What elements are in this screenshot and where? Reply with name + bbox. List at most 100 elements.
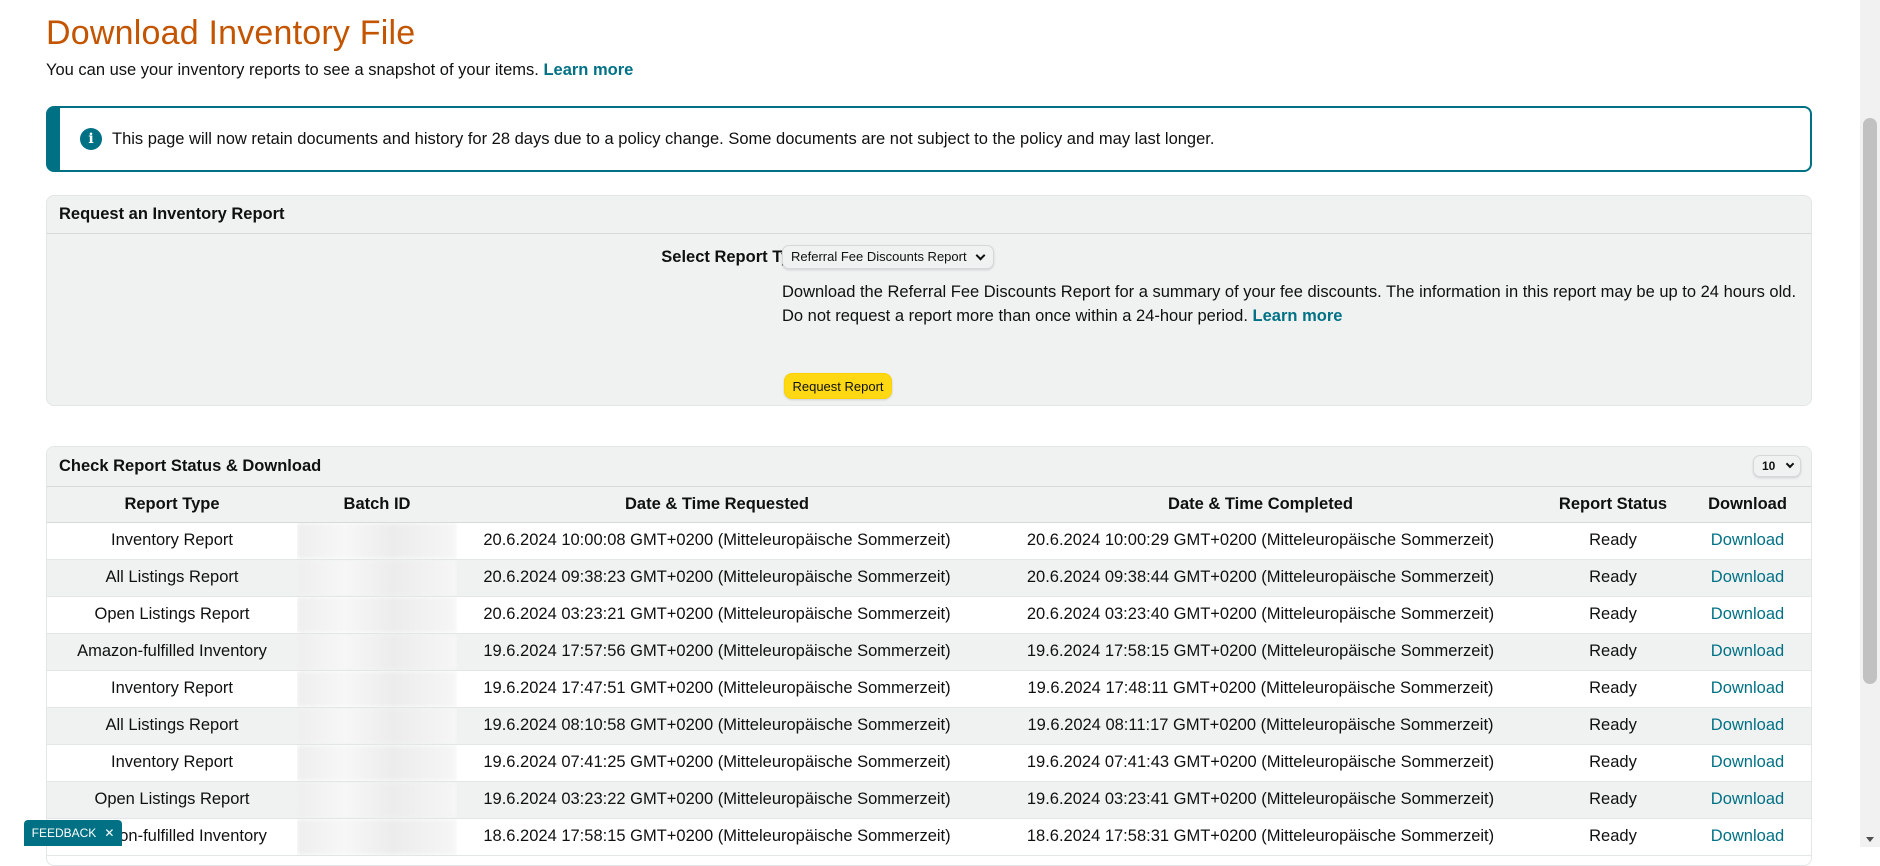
download-cell: Download [1682,707,1811,745]
report-type-cell: Inventory Report [47,522,297,560]
download-cell: Download [1682,818,1811,856]
download-link[interactable]: Download [1711,753,1784,771]
table-row: Inventory Report 20.6.2024 10:00:08 GMT+0… [47,522,1811,560]
request-panel-header: Request an Inventory Report [47,196,1811,234]
redacted-batch-id [297,818,457,854]
date-requested-cell: 19.6.2024 03:23:22 GMT+0200 (Mitteleurop… [457,781,977,819]
redacted-batch-id [297,670,457,706]
feedback-button[interactable]: FEEDBACK ✕ [24,820,122,846]
notice-text: This page will now retain documents and … [112,129,1215,148]
column-header-report-status[interactable]: Report Status [1544,487,1682,523]
batch-id-cell [297,781,457,819]
report-status-cell: Ready [1544,818,1682,856]
column-header-date-requested[interactable]: Date & Time Requested [457,487,977,523]
batch-id-cell [297,744,457,782]
column-header-report-type[interactable]: Report Type [47,487,297,523]
download-link[interactable]: Download [1711,531,1784,549]
date-completed-cell: 20.6.2024 09:38:44 GMT+0200 (Mitteleurop… [977,559,1544,597]
date-requested-cell: 20.6.2024 09:38:23 GMT+0200 (Mitteleurop… [457,559,977,597]
batch-id-cell [297,559,457,597]
column-header-batch-id[interactable]: Batch ID [297,487,457,523]
batch-id-cell [297,633,457,671]
date-requested-cell: 18.6.2024 17:58:15 GMT+0200 (Mitteleurop… [457,818,977,856]
report-status-cell: Ready [1544,781,1682,819]
redacted-batch-id [297,559,457,595]
feedback-label: FEEDBACK [31,826,97,840]
batch-id-cell [297,818,457,856]
date-completed-cell: 19.6.2024 03:23:41 GMT+0200 (Mitteleurop… [977,781,1544,819]
redacted-batch-id [297,707,457,743]
report-learn-more-link[interactable]: Learn more [1253,307,1343,325]
scroll-down-arrow-icon[interactable] [1866,837,1874,842]
date-requested-cell: 19.6.2024 07:41:25 GMT+0200 (Mitteleurop… [457,744,977,782]
table-row: All Listings Report 20.6.2024 09:38:23 GM… [47,559,1811,597]
batch-id-cell [297,596,457,634]
redacted-batch-id [297,596,457,632]
report-type-cell: Open Listings Report [47,596,297,634]
download-link[interactable]: Download [1711,605,1784,623]
request-report-button[interactable]: Request Report [784,373,892,399]
report-description: Download the Referral Fee Discounts Repo… [782,280,1802,328]
report-status-cell: Ready [1544,559,1682,597]
page-scrollbar[interactable] [1860,0,1880,847]
report-status-cell: Ready [1544,522,1682,560]
report-type-cell: Amazon-fulfilled Inventory [47,633,297,671]
date-requested-cell: 19.6.2024 17:57:56 GMT+0200 (Mitteleurop… [457,633,977,671]
table-row: All Listings Report 19.6.2024 08:10:58 GM… [47,707,1811,745]
redacted-batch-id [297,522,457,558]
batch-id-cell [297,707,457,745]
date-completed-cell: 18.6.2024 17:58:31 GMT+0200 (Mitteleurop… [977,818,1544,856]
status-panel-header: Check Report Status & Download 10 [47,447,1811,487]
date-completed-cell: 19.6.2024 07:41:43 GMT+0200 (Mitteleurop… [977,744,1544,782]
report-type-selected: Referral Fee Discounts Report [791,249,967,264]
page-size-value: 10 [1762,459,1776,473]
download-cell: Download [1682,522,1811,560]
report-type-select[interactable]: Referral Fee Discounts Report [782,245,994,269]
download-cell: Download [1682,781,1811,819]
redacted-batch-id [297,633,457,669]
learn-more-link[interactable]: Learn more [543,61,633,79]
table-row: Open Listings Report 19.6.2024 03:23:22 G… [47,781,1811,819]
redacted-batch-id [297,781,457,817]
close-icon[interactable]: ✕ [104,826,114,840]
table-row: Amazon-fulfilled Inventory 18.6.2024 17:5… [47,818,1811,856]
download-link[interactable]: Download [1711,679,1784,697]
report-status-cell: Ready [1544,596,1682,634]
date-completed-cell: 20.6.2024 10:00:29 GMT+0200 (Mitteleurop… [977,522,1544,560]
page-size-select[interactable]: 10 [1753,455,1801,477]
page-subtitle-text: You can use your inventory reports to se… [46,61,539,79]
date-completed-cell: 19.6.2024 08:11:17 GMT+0200 (Mitteleurop… [977,707,1544,745]
column-header-download: Download [1682,487,1811,523]
report-status-cell: Ready [1544,744,1682,782]
download-link[interactable]: Download [1711,642,1784,660]
download-link[interactable]: Download [1711,716,1784,734]
report-status-cell: Ready [1544,633,1682,671]
download-cell: Download [1682,670,1811,708]
table-row: Open Listings Report 20.6.2024 03:23:21 G… [47,596,1811,634]
download-cell: Download [1682,744,1811,782]
date-completed-cell: 19.6.2024 17:58:15 GMT+0200 (Mitteleurop… [977,633,1544,671]
request-report-panel: Request an Inventory Report Select Repor… [46,195,1812,406]
download-link[interactable]: Download [1711,790,1784,808]
date-requested-cell: 20.6.2024 03:23:21 GMT+0200 (Mitteleurop… [457,596,977,634]
chevron-down-icon [975,250,986,261]
date-requested-cell: 19.6.2024 08:10:58 GMT+0200 (Mitteleurop… [457,707,977,745]
date-requested-cell: 20.6.2024 10:00:08 GMT+0200 (Mitteleurop… [457,522,977,560]
page-title: Download Inventory File [46,14,416,52]
report-status-cell: Ready [1544,670,1682,708]
download-cell: Download [1682,559,1811,597]
report-type-cell: Inventory Report [47,670,297,708]
report-status-table: Report Type Batch ID Date & Time Request… [47,487,1811,856]
status-panel-title: Check Report Status & Download [59,457,322,475]
report-type-cell: All Listings Report [47,707,297,745]
download-link[interactable]: Download [1711,568,1784,586]
column-header-date-completed[interactable]: Date & Time Completed [977,487,1544,523]
policy-notice: i This page will now retain documents an… [46,106,1812,172]
date-completed-cell: 20.6.2024 03:23:40 GMT+0200 (Mitteleurop… [977,596,1544,634]
scrollbar-thumb[interactable] [1863,118,1877,684]
table-header-row: Report Type Batch ID Date & Time Request… [47,487,1811,523]
report-rows: Inventory Report 20.6.2024 10:00:08 GMT+0… [47,522,1811,856]
download-link[interactable]: Download [1711,827,1784,845]
report-status-cell: Ready [1544,707,1682,745]
table-row: Inventory Report 19.6.2024 17:47:51 GMT+0… [47,670,1811,708]
